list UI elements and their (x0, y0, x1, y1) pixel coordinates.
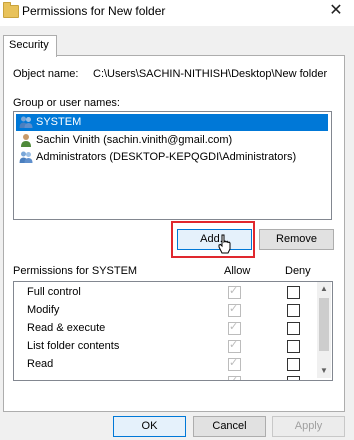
cancel-button[interactable]: Cancel (193, 416, 266, 437)
permissions-scrollbar[interactable]: ▲ ▼ (317, 282, 331, 378)
deny-checkbox[interactable] (287, 376, 300, 380)
close-button[interactable]: ✕ (325, 1, 347, 21)
user-icon (21, 134, 31, 147)
ok-button[interactable]: OK (113, 416, 186, 437)
allow-checkbox (228, 338, 241, 353)
scroll-thumb[interactable] (319, 298, 329, 351)
allow-checkbox (228, 302, 241, 317)
remove-button[interactable]: Remove (259, 229, 334, 250)
permission-row-modify: Modify (14, 301, 314, 319)
list-item-label: Administrators (DESKTOP-KEPQGDI\Administ… (36, 151, 297, 163)
object-name-value: C:\Users\SACHIN-NITHISH\Desktop\New fold… (93, 68, 328, 80)
highlight-box (171, 221, 255, 258)
permission-row-read: Read (14, 355, 314, 373)
permission-name: Read & execute (27, 322, 106, 334)
window-title: Permissions for New folder (22, 4, 166, 18)
permission-name: Read (27, 358, 54, 370)
scroll-down-arrow-icon[interactable]: ▼ (317, 364, 331, 378)
apply-button[interactable]: Apply (272, 416, 345, 437)
deny-checkbox[interactable] (287, 340, 300, 353)
tab-security[interactable]: Security (3, 35, 57, 57)
tab-label: Security (9, 39, 49, 51)
hand-cursor-icon (218, 234, 231, 254)
permission-row-partial (14, 373, 314, 380)
list-item-sachin[interactable]: Sachin Vinith (sachin.vinith@gmail.com) (16, 132, 328, 149)
deny-checkbox[interactable] (287, 322, 300, 335)
scroll-up-arrow-icon[interactable]: ▲ (317, 282, 331, 296)
list-item-administrators[interactable]: Administrators (DESKTOP-KEPQGDI\Administ… (16, 149, 328, 166)
group-list-label: Group or user names: (13, 97, 120, 109)
users-group-icon (19, 116, 33, 128)
list-item-system[interactable]: SYSTEM (16, 114, 328, 131)
allow-checkbox (228, 356, 241, 371)
permissions-label: Permissions for SYSTEM (13, 265, 138, 277)
permission-name: List folder contents (27, 340, 120, 352)
list-item-label: SYSTEM (36, 116, 82, 128)
allow-checkbox (228, 320, 241, 335)
users-group-icon (19, 151, 33, 163)
deny-checkbox[interactable] (287, 286, 300, 299)
permission-row-list-folder: List folder contents (14, 337, 314, 355)
allow-checkbox (228, 374, 241, 380)
allow-checkbox (228, 284, 241, 299)
group-user-listbox[interactable]: SYSTEM Sachin Vinith (sachin.vinith@gmai… (13, 111, 332, 220)
object-name-label: Object name: (13, 68, 79, 80)
deny-header: Deny (285, 265, 311, 277)
permission-name: Full control (27, 286, 81, 298)
deny-checkbox[interactable] (287, 304, 300, 317)
allow-header: Allow (224, 265, 251, 277)
deny-checkbox[interactable] (287, 358, 300, 371)
permissions-list: Full control Modify Read & execute List … (13, 281, 333, 381)
permission-name: Modify (27, 304, 60, 316)
list-item-label: Sachin Vinith (sachin.vinith@gmail.com) (36, 134, 233, 146)
folder-icon (3, 2, 19, 18)
permission-row-full-control: Full control (14, 283, 314, 301)
permission-row-read-execute: Read & execute (14, 319, 314, 337)
